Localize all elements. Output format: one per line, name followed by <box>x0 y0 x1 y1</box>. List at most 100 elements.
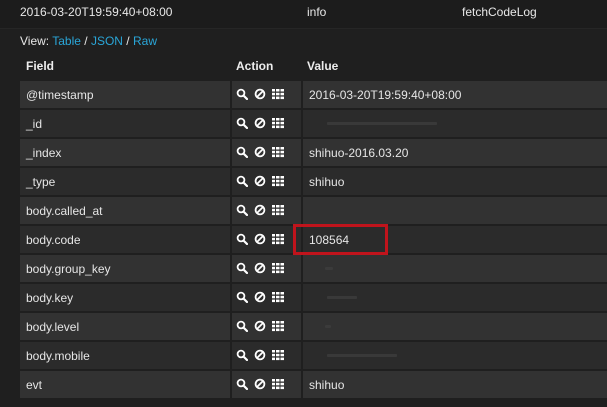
row-actions <box>236 320 284 332</box>
row-actions <box>236 117 284 129</box>
column-header-value: Value <box>307 59 339 73</box>
field-name: body.called_at <box>26 204 103 218</box>
magnifier-icon[interactable] <box>236 146 248 158</box>
divider <box>0 28 607 29</box>
magnifier-icon[interactable] <box>236 378 248 390</box>
grid-icon[interactable] <box>272 88 284 100</box>
table-row: @timestamp 2016-03-20T19:59:40+08:00 <box>20 81 607 108</box>
view-table-link[interactable]: Table <box>52 34 81 48</box>
field-value: shihuo <box>309 378 345 392</box>
field-name: _index <box>26 146 62 160</box>
table-row: body.key <box>20 284 607 311</box>
magnifier-icon[interactable] <box>236 349 248 361</box>
circle-slash-icon[interactable] <box>254 175 266 187</box>
value-cell: shihuo-2016.03.20 <box>303 139 607 166</box>
circle-slash-icon[interactable] <box>254 262 266 274</box>
action-cell <box>232 342 301 369</box>
value-cell: 108564 <box>293 224 607 255</box>
circle-slash-icon[interactable] <box>254 117 266 129</box>
field-cell: _type <box>20 168 230 195</box>
magnifier-icon[interactable] <box>236 291 248 303</box>
redacted-value <box>325 325 331 328</box>
grid-icon[interactable] <box>272 262 284 274</box>
table-row: _index shihuo-2016.03.20 <box>20 139 607 166</box>
view-json-link[interactable]: JSON <box>91 34 123 48</box>
action-cell <box>232 255 301 282</box>
grid-icon[interactable] <box>272 233 284 245</box>
field-cell: _index <box>20 139 230 166</box>
field-cell: body.key <box>20 284 230 311</box>
redacted-value <box>327 354 397 357</box>
field-cell: body.mobile <box>20 342 230 369</box>
table-row: body.called_at <box>20 197 607 224</box>
circle-slash-icon[interactable] <box>254 349 266 361</box>
table-row: _type shihuo <box>20 168 607 195</box>
value-cell <box>303 284 607 311</box>
field-cell: evt <box>20 371 230 398</box>
column-header-action: Action <box>236 59 274 73</box>
redacted-value <box>327 122 437 125</box>
row-actions <box>236 146 284 158</box>
magnifier-icon[interactable] <box>236 233 248 245</box>
value-cell <box>303 197 607 224</box>
view-switcher: View: Table / JSON / Raw <box>20 34 157 48</box>
grid-icon[interactable] <box>272 349 284 361</box>
circle-slash-icon[interactable] <box>254 320 266 332</box>
value-cell <box>303 255 607 282</box>
grid-icon[interactable] <box>272 320 284 332</box>
field-value: 108564 <box>309 233 350 247</box>
circle-slash-icon[interactable] <box>254 88 266 100</box>
field-name: body.level <box>26 320 80 334</box>
grid-icon[interactable] <box>272 378 284 390</box>
action-cell <box>232 226 301 253</box>
field-cell: body.code <box>20 226 230 253</box>
circle-slash-icon[interactable] <box>254 291 266 303</box>
magnifier-icon[interactable] <box>236 204 248 216</box>
table-row: body.level <box>20 313 607 340</box>
field-name: _id <box>26 117 43 131</box>
action-cell <box>232 371 301 398</box>
fields-table: Field Action Value @timestamp 2016-03-20T… <box>20 53 607 398</box>
row-actions <box>236 378 284 390</box>
circle-slash-icon[interactable] <box>254 146 266 158</box>
grid-icon[interactable] <box>272 146 284 158</box>
value-cell: shihuo <box>303 168 607 195</box>
table-row: body.mobile <box>20 342 607 369</box>
magnifier-icon[interactable] <box>236 117 248 129</box>
field-value: shihuo-2016.03.20 <box>309 146 409 160</box>
field-cell: @timestamp <box>20 81 230 108</box>
circle-slash-icon[interactable] <box>254 233 266 245</box>
action-cell <box>232 284 301 311</box>
column-header-field: Field <box>26 59 55 73</box>
field-name: body.mobile <box>26 349 90 363</box>
field-name: body.key <box>26 291 74 305</box>
row-actions <box>236 291 284 303</box>
circle-slash-icon[interactable] <box>254 204 266 216</box>
value-cell: shihuo <box>303 371 607 398</box>
action-cell <box>232 168 301 195</box>
value-cell <box>303 110 607 137</box>
log-summary-row[interactable]: 2016-03-20T19:59:40+08:00 info fetchCode… <box>0 0 607 28</box>
magnifier-icon[interactable] <box>236 175 248 187</box>
magnifier-icon[interactable] <box>236 262 248 274</box>
magnifier-icon[interactable] <box>236 320 248 332</box>
grid-icon[interactable] <box>272 204 284 216</box>
row-actions <box>236 349 284 361</box>
field-value: 2016-03-20T19:59:40+08:00 <box>309 88 462 102</box>
action-cell <box>232 81 301 108</box>
field-cell: body.group_key <box>20 255 230 282</box>
grid-icon[interactable] <box>272 291 284 303</box>
table-row: evt shihuo <box>20 371 607 398</box>
action-cell <box>232 110 301 137</box>
table-body: @timestamp 2016-03-20T19:59:40+08:00 _id _i… <box>20 81 607 398</box>
redacted-value <box>325 267 333 270</box>
value-cell: 2016-03-20T19:59:40+08:00 <box>303 81 607 108</box>
magnifier-icon[interactable] <box>236 88 248 100</box>
circle-slash-icon[interactable] <box>254 378 266 390</box>
field-name: body.code <box>26 233 81 247</box>
row-actions <box>236 262 284 274</box>
grid-icon[interactable] <box>272 175 284 187</box>
log-detail-page: 2016-03-20T19:59:40+08:00 info fetchCode… <box>0 0 607 407</box>
view-raw-link[interactable]: Raw <box>133 34 157 48</box>
grid-icon[interactable] <box>272 117 284 129</box>
